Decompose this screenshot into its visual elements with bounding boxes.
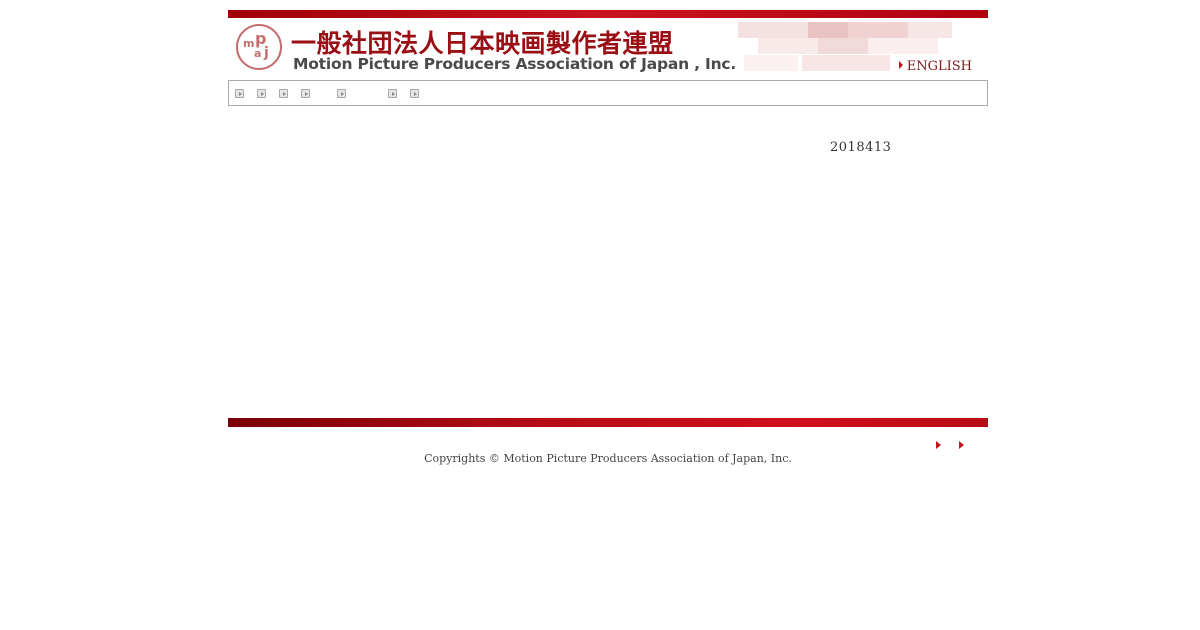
site-title-english: Motion Picture Producers Association of … <box>293 55 737 73</box>
nav-item-5[interactable] <box>337 89 346 98</box>
logo-letter-m: m <box>243 37 255 50</box>
nav-item-6[interactable] <box>388 89 397 98</box>
arrow-right-icon <box>898 61 903 69</box>
top-accent-bar <box>228 10 988 18</box>
nav-item-3[interactable] <box>279 89 288 98</box>
logo-letter-j: j <box>264 45 269 61</box>
nav-item-7[interactable] <box>410 89 419 98</box>
update-date: 2018413 <box>830 140 892 155</box>
footer-link-1-arrow-icon[interactable] <box>936 441 941 449</box>
footer-link-2-arrow-icon[interactable] <box>959 441 964 449</box>
copyright-text: Copyrights © Motion Picture Producers As… <box>424 452 792 465</box>
site-header: m p a j 一般社団法人日本映画製作者連盟 Motion Picture P… <box>228 18 988 80</box>
bottom-accent-bar <box>228 418 988 427</box>
global-nav <box>228 80 988 106</box>
nav-item-4[interactable] <box>301 89 310 98</box>
nav-item-2[interactable] <box>257 89 266 98</box>
english-link-label: ENGLISH <box>906 59 972 74</box>
nav-item-1[interactable] <box>235 89 244 98</box>
logo-letter-a: a <box>254 47 262 60</box>
mpaj-logo-icon[interactable]: m p a j <box>236 24 282 70</box>
english-link[interactable]: ENGLISH <box>898 59 972 74</box>
